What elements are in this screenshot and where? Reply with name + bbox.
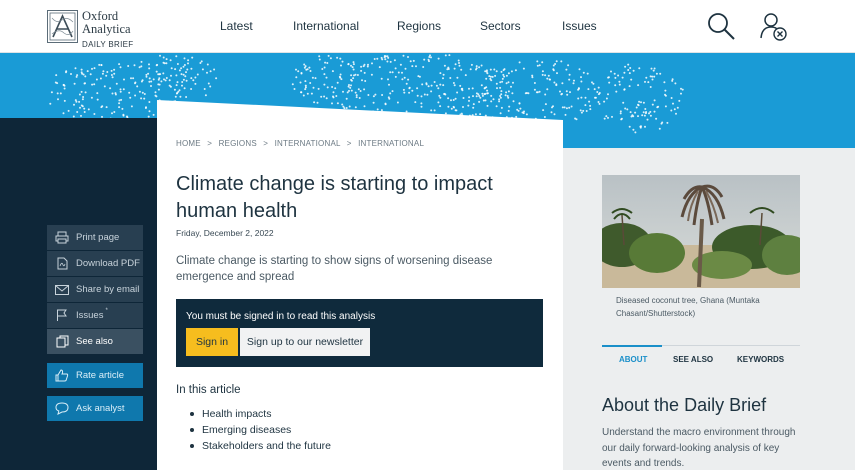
breadcrumb-separator: > (263, 139, 269, 148)
breadcrumb-international-2[interactable]: INTERNATIONAL (358, 139, 424, 148)
article-summary: Climate change is starting to show signs… (176, 255, 493, 283)
download-pdf-label: Download PDF (76, 258, 140, 269)
nav-latest[interactable]: Latest (220, 19, 253, 33)
see-also-label: See also (76, 336, 113, 347)
about-title: About the Daily Brief (602, 395, 767, 415)
list-item: Emerging diseases (190, 422, 331, 438)
aside-tabs: ABOUT SEE ALSO KEYWORDS (602, 345, 800, 365)
logo-line-2: Analytica (82, 21, 131, 36)
sign-in-button[interactable]: Sign in (186, 328, 238, 356)
breadcrumb-international[interactable]: INTERNATIONAL (275, 139, 341, 148)
nav-issues[interactable]: Issues (562, 19, 597, 33)
newsletter-button[interactable]: Sign up to our newsletter (240, 328, 370, 356)
active-tab-indicator (602, 345, 662, 347)
download-pdf-button[interactable]: Download PDF (47, 251, 143, 276)
email-icon (55, 283, 69, 297)
in-this-article-heading: In this article (176, 384, 241, 396)
about-text: Understand the macro environment through… (602, 427, 796, 469)
ask-analyst-label: Ask analyst (76, 403, 125, 414)
nav-sectors[interactable]: Sectors (480, 19, 521, 33)
article-card: HOME > REGIONS > INTERNATIONAL > INTERNA… (157, 100, 563, 470)
issues-badge: * (105, 307, 108, 314)
account-icon[interactable] (760, 12, 788, 47)
logo-line-1: Oxford (82, 9, 119, 23)
rate-article-button[interactable]: Rate article (47, 363, 143, 388)
ask-analyst-button[interactable]: Ask analyst (47, 396, 143, 421)
page: Oxford Analytica DAILY BRIEF Latest Inte… (0, 0, 855, 470)
article-photo[interactable] (602, 175, 800, 288)
signin-box: You must be signed in to read this analy… (176, 299, 543, 367)
issues-button[interactable]: Issues * (47, 303, 143, 328)
flag-icon (55, 309, 69, 323)
printer-icon (55, 231, 69, 245)
breadcrumb-regions[interactable]: REGIONS (219, 139, 257, 148)
see-also-button[interactable]: See also (47, 329, 143, 354)
article-date: Friday, December 2, 2022 (176, 228, 274, 238)
print-page-button[interactable]: Print page (47, 225, 143, 250)
left-sidebar: Print page Download PDF Share by email I… (0, 118, 157, 470)
nav-regions[interactable]: Regions (397, 19, 441, 33)
in-this-article-list: Health impacts Emerging diseases Stakeho… (190, 406, 331, 454)
photo-caption: Diseased coconut tree, Ghana (Muntaka Ch… (616, 296, 760, 318)
chat-icon (55, 402, 69, 416)
breadcrumb-separator: > (207, 139, 213, 148)
issues-label: Issues (76, 310, 104, 321)
docs-icon (55, 335, 69, 349)
search-icon[interactable] (706, 11, 736, 46)
list-item: Health impacts (190, 406, 331, 422)
logo-mark-icon (47, 10, 78, 43)
top-header: Oxford Analytica DAILY BRIEF Latest Inte… (0, 0, 855, 53)
nav-international[interactable]: International (293, 19, 359, 33)
signin-message: You must be signed in to read this analy… (186, 311, 376, 322)
thumbs-up-icon (55, 369, 69, 383)
breadcrumb: HOME > REGIONS > INTERNATIONAL > INTERNA… (176, 139, 424, 148)
breadcrumb-separator: > (346, 139, 352, 148)
article-title: Climate change is starting to impact hum… (176, 173, 493, 222)
right-aside: Diseased coconut tree, Ghana (Muntaka Ch… (563, 148, 855, 470)
list-item: Stakeholders and the future (190, 438, 331, 454)
breadcrumb-home[interactable]: HOME (176, 139, 201, 148)
pdf-icon (55, 257, 69, 271)
print-page-label: Print page (76, 232, 120, 243)
share-email-label: Share by email (76, 284, 140, 295)
tab-see-also[interactable]: SEE ALSO (673, 355, 713, 364)
tab-about[interactable]: ABOUT (619, 355, 647, 364)
rate-article-label: Rate article (76, 370, 125, 381)
logo-line-3: DAILY BRIEF (82, 40, 134, 49)
tab-keywords[interactable]: KEYWORDS (737, 355, 784, 364)
logo[interactable]: Oxford Analytica DAILY BRIEF (47, 10, 133, 49)
coconut-tree-photo (602, 175, 800, 288)
share-email-button[interactable]: Share by email (47, 277, 143, 302)
